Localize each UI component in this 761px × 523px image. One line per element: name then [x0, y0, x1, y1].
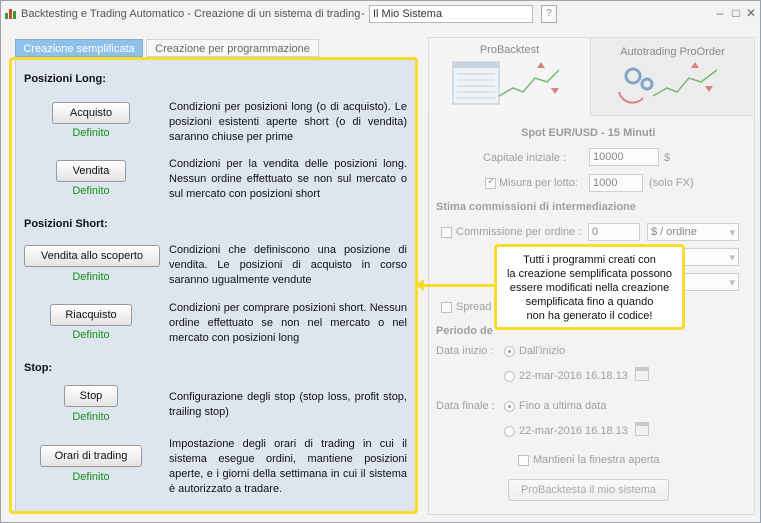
capital-input[interactable]	[589, 148, 659, 166]
keep-open-checkbox[interactable]	[518, 455, 529, 466]
main-window: Backtesting e Trading Automatico - Creaz…	[0, 0, 761, 523]
spread-label: Spread	[456, 301, 492, 313]
chevron-down-icon: ▾	[729, 252, 735, 264]
commission-label: Commissione per ordine :	[456, 226, 582, 238]
close-icon[interactable]: ✕	[744, 6, 758, 20]
keep-open-label: Mantieni la finestra aperta	[533, 454, 660, 466]
tab-autotrading-proorder[interactable]: Autotrading ProOrder	[590, 38, 753, 116]
app-icon	[5, 7, 17, 19]
lot-size-label: Misura per lotto:	[499, 177, 578, 189]
callout-arrow-head	[415, 279, 424, 291]
chevron-down-icon: ▾	[729, 277, 735, 289]
capital-unit: $	[664, 152, 671, 164]
help-document-icon[interactable]: ?	[541, 5, 557, 23]
run-backtest-button[interactable]: ProBacktesta il mio sistema	[508, 479, 669, 501]
window-title: Backtesting e Trading Automatico - Creaz…	[21, 8, 361, 20]
system-name-input[interactable]	[369, 5, 533, 23]
callout-line: Tutti i programmi creati con	[523, 254, 656, 266]
calendar-icon[interactable]	[635, 367, 649, 381]
capital-label: Capitale iniziale :	[483, 152, 567, 164]
commission-title: Stima commissioni di intermediazione	[436, 201, 636, 213]
callout-line: non ha generato il codice!	[526, 310, 653, 322]
probacktest-chart-icon	[452, 61, 560, 105]
title-bar: Backtesting e Trading Automatico - Creaz…	[1, 1, 760, 27]
start-from-beginning-label: Dall'inizio	[519, 345, 566, 357]
panel-highlight-frame	[9, 57, 418, 514]
commission-unit-value: $ / ordine	[651, 226, 697, 238]
period-title: Periodo de	[436, 325, 493, 337]
callout-arrow-line	[421, 284, 495, 287]
commission-checkbox[interactable]	[441, 227, 452, 238]
end-date-value: 22-mar-2016 16.18.13	[519, 425, 628, 437]
tab-autotrading-label: Autotrading ProOrder	[620, 46, 725, 58]
callout-line: semplificata fino a quando	[525, 296, 654, 308]
minimize-icon[interactable]: –	[713, 6, 727, 20]
start-date-value: 22-mar-2016 16.18.13	[519, 370, 628, 382]
chevron-down-icon: ▾	[729, 227, 735, 239]
instrument-label: Spot EUR/USD - 15 Minuti	[521, 127, 656, 139]
end-date-radio[interactable]	[504, 426, 515, 437]
tab-probacktest-label: ProBacktest	[479, 44, 540, 56]
spread-checkbox[interactable]	[441, 302, 452, 313]
title-separator: -	[361, 8, 365, 20]
commission-unit-select[interactable]: $ / ordine ▾	[647, 223, 739, 241]
start-date-radio[interactable]	[504, 371, 515, 382]
maximize-icon[interactable]: □	[729, 6, 743, 20]
lot-size-unit: (solo FX)	[649, 177, 694, 189]
lot-size-checkbox[interactable]: ✓	[485, 176, 496, 189]
start-date-label: Data inizio :	[436, 345, 494, 357]
tab-creazione-programmazione[interactable]: Creazione per programmazione	[146, 39, 319, 57]
calendar-icon[interactable]	[635, 422, 649, 436]
info-callout: Tutti i programmi creati con la creazion…	[494, 244, 685, 330]
autotrading-gears-icon	[618, 62, 718, 104]
start-from-beginning-radio[interactable]	[504, 346, 515, 357]
callout-line: essere modificati nella creazione	[509, 282, 670, 294]
end-date-label: Data finale :	[436, 400, 495, 412]
tab-probacktest[interactable]: ProBacktest	[429, 38, 590, 116]
lot-size-input[interactable]	[589, 174, 643, 192]
end-last-date-radio[interactable]	[504, 401, 515, 412]
end-last-date-label: Fino a ultima data	[519, 400, 607, 412]
callout-line: la creazione semplificata possono	[506, 268, 673, 280]
commission-input[interactable]	[588, 223, 640, 241]
tab-creazione-semplificata[interactable]: Creazione semplificata	[15, 39, 143, 57]
